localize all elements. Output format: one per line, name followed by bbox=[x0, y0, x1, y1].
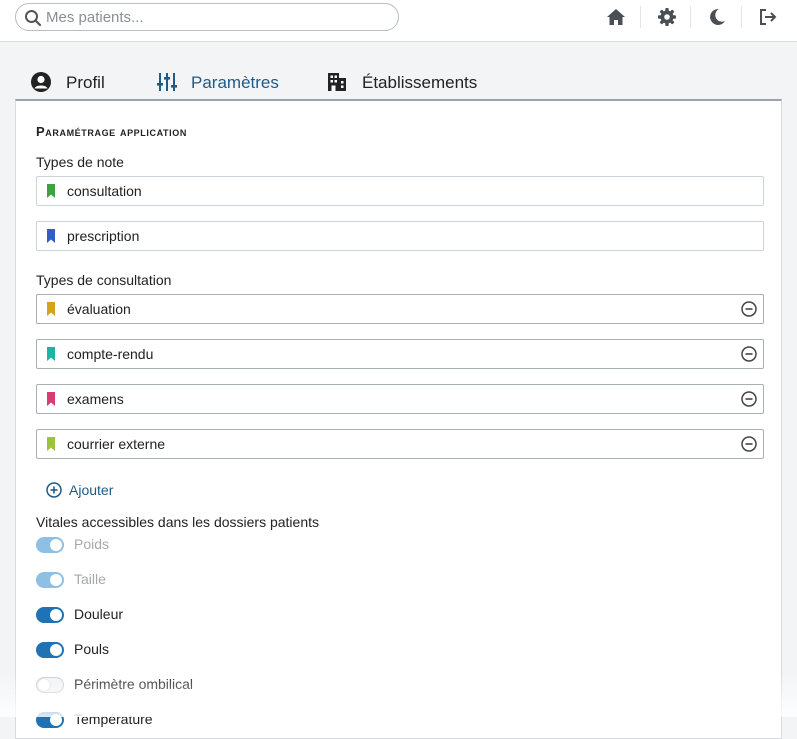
vital-toggle[interactable] bbox=[36, 537, 64, 553]
consultation-type-field[interactable]: compte-rendu bbox=[36, 339, 764, 369]
vital-toggle[interactable] bbox=[36, 677, 64, 693]
vitals-label: Vitales accessibles dans les dossiers pa… bbox=[36, 514, 320, 530]
search-box[interactable] bbox=[15, 3, 399, 31]
remove-circle-icon[interactable] bbox=[741, 346, 757, 362]
vital-label: Température bbox=[74, 711, 153, 727]
vital-label: Taille bbox=[74, 571, 106, 587]
add-label: Ajouter bbox=[69, 482, 114, 498]
gear-icon[interactable] bbox=[657, 7, 677, 27]
section-title-text: Paramétrage application bbox=[36, 124, 187, 139]
toolbar-divider bbox=[741, 6, 742, 28]
bookmark-icon bbox=[47, 437, 55, 451]
section-title: Paramétrage application bbox=[36, 124, 187, 139]
vital-label: Périmètre ombilical bbox=[74, 676, 194, 692]
bookmark-icon bbox=[47, 392, 55, 406]
bookmark-icon bbox=[47, 229, 55, 243]
consultation-type-field[interactable]: examens bbox=[36, 384, 764, 414]
search-input[interactable] bbox=[46, 7, 386, 27]
consultation-type-value: examens bbox=[67, 391, 124, 407]
plus-circle-icon bbox=[46, 482, 62, 498]
bookmark-icon bbox=[47, 302, 55, 316]
toggle-knob bbox=[50, 609, 62, 621]
vital-toggle[interactable] bbox=[36, 642, 64, 658]
user-circle-icon bbox=[31, 72, 51, 92]
toggle-knob bbox=[38, 679, 50, 691]
toggle-knob bbox=[50, 714, 62, 726]
remove-circle-icon[interactable] bbox=[741, 301, 757, 317]
note-type-value: prescription bbox=[67, 228, 140, 244]
vital-toggle[interactable] bbox=[36, 607, 64, 623]
vital-toggle[interactable] bbox=[36, 572, 64, 588]
building-icon bbox=[328, 73, 346, 91]
bookmark-icon bbox=[47, 184, 55, 198]
tab-label: Établissements bbox=[362, 73, 478, 92]
vital-toggle[interactable] bbox=[36, 712, 64, 728]
toggle-knob bbox=[50, 644, 62, 656]
toggle-knob bbox=[50, 539, 62, 551]
remove-circle-icon[interactable] bbox=[741, 436, 757, 452]
search-icon bbox=[25, 10, 42, 27]
tab-bar: Profil Paramètres Établissements bbox=[0, 62, 797, 102]
moon-icon[interactable] bbox=[707, 7, 727, 27]
consultation-type-field[interactable]: évaluation bbox=[36, 294, 764, 324]
consultation-type-value: évaluation bbox=[67, 301, 131, 317]
toolbar-divider bbox=[640, 6, 641, 28]
logout-icon[interactable] bbox=[758, 7, 778, 27]
tab-etablissements[interactable]: Établissements bbox=[326, 62, 486, 102]
bookmark-icon bbox=[47, 347, 55, 361]
consultation-type-value: courrier externe bbox=[67, 436, 166, 452]
vital-label: Poids bbox=[74, 536, 110, 552]
consultation-type-field[interactable]: courrier externe bbox=[36, 429, 764, 459]
tab-label: Paramètres bbox=[191, 73, 279, 92]
toolbar-divider bbox=[690, 6, 691, 28]
toggle-knob bbox=[50, 574, 62, 586]
note-type-field[interactable]: consultation bbox=[36, 176, 764, 206]
sliders-icon bbox=[157, 73, 177, 91]
settings-panel: Paramétrage application Types de note co… bbox=[15, 99, 782, 739]
note-types-label: Types de note bbox=[36, 154, 124, 170]
remove-circle-icon[interactable] bbox=[741, 391, 757, 407]
consultation-types-label: Types de consultation bbox=[36, 272, 172, 288]
note-type-field[interactable]: prescription bbox=[36, 221, 764, 251]
tab-parametres[interactable]: Paramètres bbox=[140, 62, 292, 102]
tab-profil[interactable]: Profil bbox=[28, 62, 118, 102]
consultation-type-value: compte-rendu bbox=[67, 346, 154, 362]
home-icon[interactable] bbox=[606, 7, 626, 27]
note-type-value: consultation bbox=[67, 183, 142, 199]
vital-label: Douleur bbox=[74, 606, 124, 622]
vital-label: Pouls bbox=[74, 641, 110, 657]
top-bar bbox=[0, 0, 797, 42]
tab-label: Profil bbox=[66, 73, 105, 92]
